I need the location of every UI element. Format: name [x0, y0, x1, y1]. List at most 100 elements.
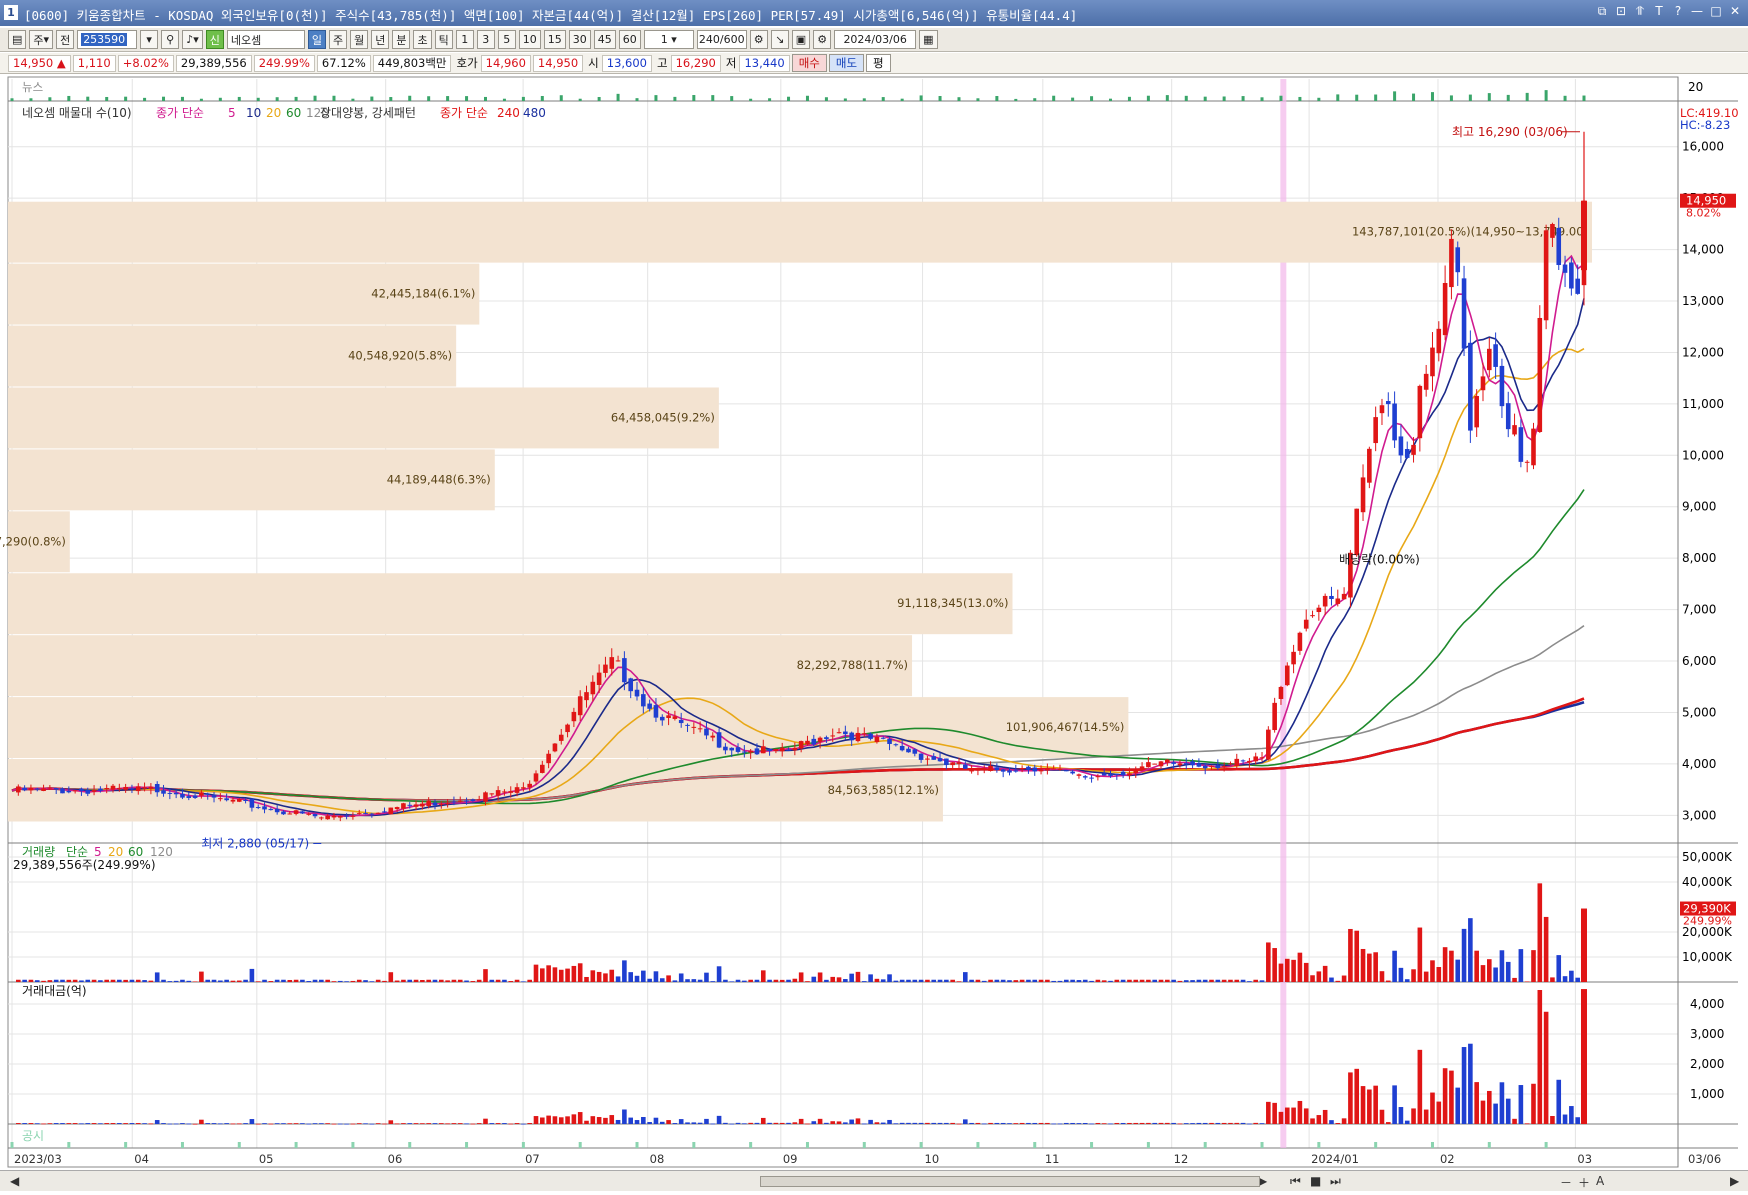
minimize-icon[interactable]: —	[1690, 4, 1704, 19]
zoom-in-icon[interactable]: ＋	[1578, 1174, 1590, 1191]
period-minute-tab[interactable]: 분	[392, 30, 411, 49]
search-icon[interactable]: ⚲	[161, 30, 180, 49]
settings-icon[interactable]: ⚙	[749, 30, 768, 49]
period-day-tab[interactable]: 일	[307, 30, 326, 49]
candle-body	[167, 792, 173, 794]
candle-body	[85, 790, 91, 794]
volume-bar	[1215, 979, 1221, 982]
eval-button[interactable]: 평	[866, 54, 891, 72]
period-second-tab[interactable]: 초	[413, 30, 432, 49]
period-week-tab[interactable]: 주	[328, 30, 348, 49]
period-month-tab[interactable]: 월	[350, 30, 369, 49]
last-icon[interactable]: ⏭	[1330, 1174, 1341, 1189]
scroll-thumb[interactable]	[760, 1176, 1260, 1187]
interval-button[interactable]: 30	[568, 30, 591, 49]
stock-code-input[interactable]: 253590	[77, 30, 138, 49]
calendar-icon[interactable]: ▦	[919, 30, 938, 49]
news-mark	[976, 98, 980, 101]
amount-bar	[824, 1122, 829, 1124]
amount-bar	[249, 1119, 255, 1124]
volume-bar	[508, 981, 514, 982]
link-icon[interactable]: ⊡	[1614, 4, 1628, 19]
candle-body	[937, 758, 943, 762]
news-mark	[48, 97, 52, 101]
amount-bar	[1322, 1109, 1328, 1124]
news-mark	[1109, 98, 1113, 101]
font-icon[interactable]: T	[1652, 4, 1666, 19]
candle-body	[1581, 200, 1587, 271]
bid-price: 14,950	[532, 54, 584, 72]
multiplier-select[interactable]: 1 ▾	[643, 30, 694, 49]
news-mark	[559, 95, 563, 101]
restore-small-icon[interactable]: ⧉	[1595, 4, 1609, 19]
candle-body	[476, 799, 482, 801]
volume-bar	[1007, 980, 1012, 982]
scroll-right-icon[interactable]: ▶	[1730, 1174, 1739, 1188]
count-field[interactable]: 240/600	[696, 30, 747, 49]
scroll-bar[interactable]: ◀ ▶ ⏮ ■ ⏭ － ＋ A ▶	[0, 1170, 1748, 1191]
interval-button[interactable]: 60	[618, 30, 641, 49]
volume-value: 29,389,556	[175, 54, 252, 72]
interval-button[interactable]: 3	[476, 30, 495, 49]
amount-bar	[988, 1122, 993, 1124]
candle-body	[887, 739, 892, 744]
dropdown-icon[interactable]: ▾	[140, 30, 159, 49]
stop-icon[interactable]: ■	[1310, 1174, 1321, 1188]
volume-bar	[659, 978, 665, 982]
period-tick-tab[interactable]: 틱	[434, 30, 453, 49]
amount-bar	[552, 1116, 558, 1124]
volume-bar	[950, 979, 955, 982]
candle-body	[672, 716, 678, 719]
news-mark	[1127, 96, 1131, 101]
amount-bar	[1177, 1123, 1183, 1125]
text-icon[interactable]: A	[1596, 1174, 1604, 1188]
mode-right-select[interactable]: 전	[56, 30, 75, 49]
buy-button[interactable]: 매수	[791, 54, 827, 72]
volume-bar	[350, 980, 356, 982]
interval-button[interactable]: 1	[455, 30, 474, 49]
interval-button[interactable]: 5	[497, 30, 516, 49]
candle-body	[337, 815, 343, 818]
sell-button[interactable]: 매도	[828, 54, 865, 72]
volume-profile-label: 64,458,045(9.2%)	[611, 410, 715, 424]
interval-button[interactable]: 10	[518, 30, 541, 49]
candle-body	[590, 681, 596, 695]
amount-bar	[912, 1122, 918, 1124]
pin-icon[interactable]: ⥣	[1633, 4, 1647, 19]
amount-bar	[754, 1122, 760, 1124]
speaker-icon[interactable]: ♪▾	[182, 30, 203, 49]
close-icon[interactable]: ✕	[1728, 4, 1742, 19]
volume-bar	[319, 979, 324, 982]
amount-bar	[312, 1123, 318, 1124]
candle-body	[407, 804, 413, 806]
maximize-icon[interactable]: □	[1709, 4, 1723, 19]
layout-icon[interactable]: ▤	[8, 30, 27, 49]
save-icon[interactable]: ▣	[791, 30, 811, 49]
news-mark	[1582, 95, 1586, 101]
volume-bar	[729, 981, 735, 982]
disclosure-mark	[1146, 1142, 1150, 1148]
period-year-tab[interactable]: 년	[371, 30, 390, 49]
interval-button[interactable]: 45	[593, 30, 616, 49]
interval-button[interactable]: 15	[543, 30, 566, 49]
volume-bar	[28, 979, 34, 982]
date-field[interactable]: 2024/03/06	[834, 30, 917, 49]
amount-bar	[1297, 1100, 1303, 1124]
draw-icon[interactable]: ↘	[770, 30, 789, 49]
amount-bar	[167, 1123, 173, 1125]
amount-bar	[439, 1123, 444, 1124]
chart-area[interactable]: 143,787,101(20.5%)(14,950~13,749.00)42,4…	[0, 76, 1748, 1168]
last-volume-tag-label: 29,390K	[1683, 902, 1731, 916]
gear-icon[interactable]: ⚙	[813, 30, 832, 49]
candle-body	[439, 803, 444, 805]
scroll-left-icon[interactable]: ◀	[10, 1174, 19, 1188]
amount-bar	[1341, 1118, 1347, 1124]
stock-name-field[interactable]: 네오셈	[226, 30, 305, 49]
first-icon[interactable]: ⏮	[1290, 1174, 1301, 1189]
volume-bar	[596, 971, 602, 982]
help-icon[interactable]: ?	[1671, 4, 1685, 19]
volume-bar	[457, 979, 463, 982]
amount-bar	[445, 1123, 450, 1125]
mode-left-select[interactable]: 주 ▾	[29, 30, 54, 49]
zoom-out-icon[interactable]: －	[1560, 1174, 1572, 1191]
